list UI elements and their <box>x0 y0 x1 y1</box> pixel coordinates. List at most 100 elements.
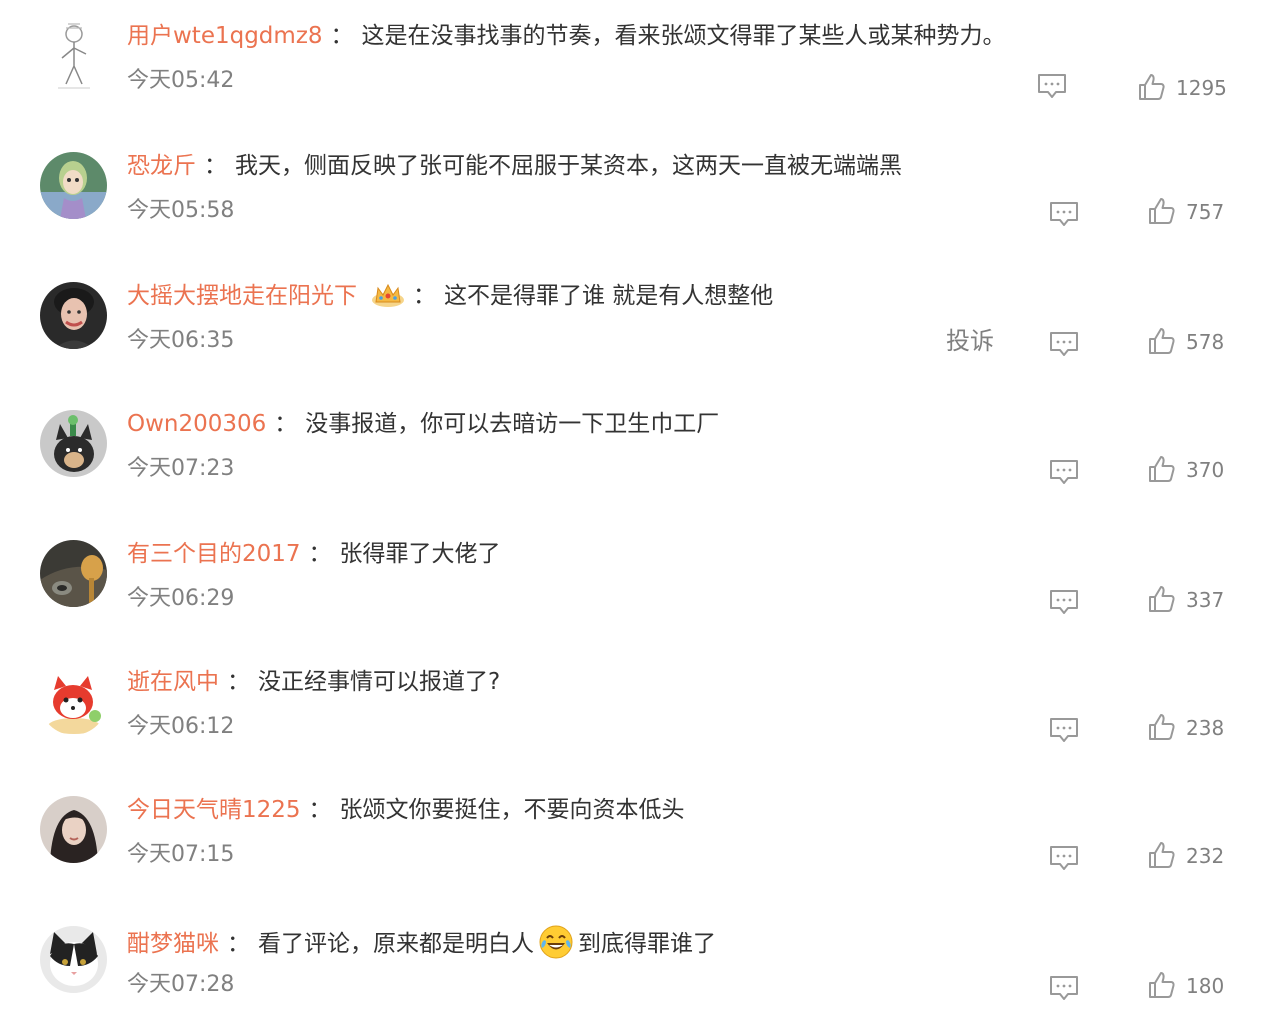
comment-item: Own200306 ： 没事报道，你可以去暗访一下卫生巾工厂 今天07:23 370 <box>0 388 1268 516</box>
avatar[interactable] <box>40 410 107 477</box>
like-button[interactable]: 578 <box>1146 326 1256 360</box>
avatar[interactable] <box>40 926 107 993</box>
avatar[interactable] <box>44 18 104 94</box>
comment-time: 今天05:58 <box>127 198 235 223</box>
thumbs-up-icon <box>1149 586 1175 612</box>
cat-avatar <box>40 926 107 993</box>
reply-button[interactable] <box>1048 844 1080 872</box>
reply-button[interactable] <box>1048 200 1080 228</box>
username-link[interactable]: 逝在风中 <box>127 669 219 695</box>
comment-text: 看了评论，原来都是明白人 <box>258 931 534 957</box>
avatar[interactable] <box>40 668 107 735</box>
like-button[interactable]: 370 <box>1146 454 1256 488</box>
comment-bubble-icon <box>1050 846 1078 870</box>
comment-time: 今天05:42 <box>127 68 235 93</box>
comment-item: 用户wte1qgdmz8 ： 这是在没事找事的节奏，看来张颂文得罪了某些人或某种势力… <box>0 0 1268 128</box>
comment-item: 酣梦猫咪 ： 看了评论，原来都是明白人 到底得罪谁了 今天07:28 180 <box>0 904 1268 1032</box>
comment-time: 今天06:35 <box>127 328 235 353</box>
like-button[interactable]: 337 <box>1146 584 1256 618</box>
thumbs-up-icon <box>1149 714 1175 740</box>
separator: ： <box>274 411 298 437</box>
comment-item: 今日天气晴1225 ： 张颂文你要挺住，不要向资本低头 今天07:15 232 <box>0 774 1268 902</box>
separator: ： <box>308 541 332 567</box>
laughing-tears-emoji-icon <box>538 924 574 960</box>
avatar[interactable] <box>40 282 107 349</box>
username-link[interactable]: 大摇大摆地走在阳光下 <box>127 283 357 309</box>
separator: ： <box>227 669 250 695</box>
woman-portrait-avatar <box>40 282 107 349</box>
like-button[interactable]: 1295 <box>1136 72 1246 106</box>
thumbs-up-icon <box>1139 74 1165 100</box>
comment-text: 没事报道，你可以去暗访一下卫生巾工厂 <box>305 411 720 437</box>
thumbs-up-icon <box>1149 198 1175 224</box>
comment-text: 没正经事情可以报道了? <box>258 669 501 695</box>
username-link[interactable]: Own200306 <box>127 411 266 437</box>
like-button[interactable]: 757 <box>1146 196 1256 230</box>
username-link[interactable]: 用户wte1qgdmz8 <box>127 23 323 49</box>
comment-bubble-icon <box>1050 718 1078 742</box>
username-link[interactable]: 恐龙斤 <box>127 153 196 179</box>
reply-button[interactable] <box>1048 974 1080 1002</box>
like-count: 337 <box>1186 588 1225 612</box>
username-link[interactable]: 酣梦猫咪 <box>127 931 219 957</box>
like-count: 180 <box>1186 974 1225 998</box>
comment-item: 逝在风中 ： 没正经事情可以报道了? 今天06:12 238 <box>0 646 1268 774</box>
comment-item: 有三个目的2017 ： 张得罪了大佬了 今天06:29 337 <box>0 518 1268 646</box>
comment-bubble-icon <box>1050 976 1078 1000</box>
like-count: 757 <box>1186 200 1225 224</box>
separator: ： <box>308 797 332 823</box>
username-link[interactable]: 有三个目的2017 <box>127 541 301 567</box>
separator: ： <box>413 283 436 309</box>
username-link[interactable]: 今日天气晴1225 <box>127 797 301 823</box>
comment-text: 张颂文你要挺住，不要向资本低头 <box>339 797 685 823</box>
like-count: 238 <box>1186 716 1225 740</box>
girl-portrait-avatar <box>40 796 107 863</box>
comment-bubble-icon <box>1050 202 1078 226</box>
thumbs-up-icon <box>1149 972 1175 998</box>
comment-time: 今天07:15 <box>127 842 235 867</box>
reply-button[interactable] <box>1048 588 1080 616</box>
separator: ： <box>204 153 227 179</box>
separator: ： <box>227 931 250 957</box>
reply-button[interactable] <box>1048 330 1080 358</box>
like-button[interactable]: 232 <box>1146 840 1256 874</box>
spoon-avatar <box>40 540 107 607</box>
comment-text: 这是在没事找事的节奏，看来张颂文得罪了某些人或某种势力。 <box>361 23 1006 49</box>
comment-line: 大摇大摆地走在阳光下 ： 这不是得罪了谁 就是有人想整他 <box>127 280 773 312</box>
comment-line: 酣梦猫咪 ： 看了评论，原来都是明白人 到底得罪谁了 <box>127 924 716 960</box>
dog-avatar <box>40 410 107 477</box>
avatar[interactable] <box>40 152 107 219</box>
comment-time: 今天07:28 <box>127 972 235 997</box>
comment-text-continued: 到底得罪谁了 <box>578 931 716 957</box>
like-count: 232 <box>1186 844 1225 868</box>
like-button[interactable]: 238 <box>1146 712 1256 746</box>
comment-line: 用户wte1qgdmz8 ： 这是在没事找事的节奏，看来张颂文得罪了某些人或某种势力… <box>127 20 1006 52</box>
avatar[interactable] <box>40 796 107 863</box>
sketch-figure-avatar <box>44 18 104 94</box>
thumbs-up-icon <box>1149 842 1175 868</box>
comment-item: 恐龙斤 ： 我天，侧面反映了张可能不屈服于某资本，这两天一直被无端端黑 今天05:5… <box>0 130 1268 258</box>
comment-line: Own200306 ： 没事报道，你可以去暗访一下卫生巾工厂 <box>127 408 719 440</box>
comment-time: 今天07:23 <box>127 456 235 481</box>
comment-bubble-icon <box>1050 460 1078 484</box>
avatar[interactable] <box>40 540 107 607</box>
reply-button[interactable] <box>1036 72 1068 100</box>
reply-button[interactable] <box>1048 458 1080 486</box>
comment-time: 今天06:12 <box>127 714 235 739</box>
comment-time: 今天06:29 <box>127 586 235 611</box>
like-count: 370 <box>1186 458 1225 482</box>
comment-line: 逝在风中 ： 没正经事情可以报道了? <box>127 666 500 698</box>
comment-text: 张得罪了大佬了 <box>339 541 501 567</box>
red-fox-avatar <box>40 668 107 735</box>
report-button[interactable]: 投诉 <box>946 324 994 358</box>
thumbs-up-icon <box>1149 328 1175 354</box>
thumbs-up-icon <box>1149 456 1175 482</box>
comment-line: 有三个目的2017 ： 张得罪了大佬了 <box>127 538 501 570</box>
like-count: 1295 <box>1176 76 1227 100</box>
like-button[interactable]: 180 <box>1146 970 1256 1004</box>
comment-bubble-icon <box>1050 332 1078 356</box>
comment-text: 我天，侧面反映了张可能不屈服于某资本，这两天一直被无端端黑 <box>235 153 902 179</box>
reply-button[interactable] <box>1048 716 1080 744</box>
doll-avatar <box>40 152 107 219</box>
separator: ： <box>330 23 354 49</box>
